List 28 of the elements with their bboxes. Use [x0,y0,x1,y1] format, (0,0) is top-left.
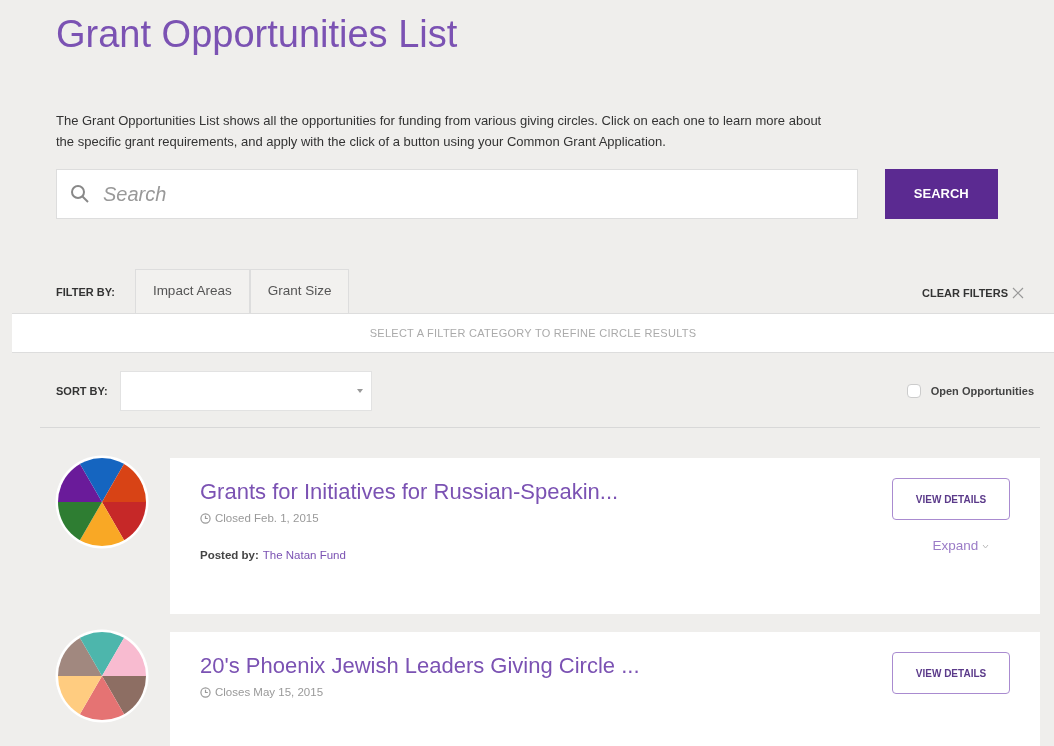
clock-icon [200,513,211,525]
grant-date: Closes May 15, 2015 [215,685,324,700]
search-icon [70,184,90,204]
view-details-button[interactable]: VIEW DETAILS [892,652,1010,694]
clock-icon [200,687,211,699]
clear-filters-button[interactable]: CLEAR FILTERS [922,284,1024,301]
posted-by-label: Posted by: [200,548,259,564]
grant-title-link[interactable]: 20's Phoenix Jewish Leaders Giving Circle ... [200,652,892,680]
view-details-button[interactable]: VIEW DETAILS [892,478,1010,520]
search-button[interactable]: SEARCH [884,169,998,219]
caret-icon [356,389,363,393]
filter-tab[interactable]: Impact Areas [134,269,250,313]
search-field[interactable]: Search [56,169,858,219]
filter-hint: SELECT A FILTER CATEGORY TO REFINE CIRCLE RESULTS [369,325,697,341]
checkbox-label: Open Opportunities [930,383,1034,399]
expand-button[interactable]: Expand [932,536,990,557]
filter-tab[interactable]: Grant Size [249,269,350,313]
close-icon [1012,286,1024,299]
grant-title-link[interactable]: Grants for Initiatives for Russian-Speakin... [200,478,892,506]
grant-date: Closed Feb. 1, 2015 [215,511,319,526]
poster-link[interactable]: The Natan Fund [262,547,346,565]
checkbox[interactable] [906,384,921,398]
sort-dropdown[interactable] [119,371,372,411]
page-title: Grant Opportunities List [56,12,459,57]
sort-label: SORT BY: [56,383,108,399]
intro-text: The Grant Opportunities List shows all the opportunities for funding from various giving circles. Click on each one to learn more about the specific grant requirements, and apply with the click of a button using your Common Grant Application. [56,112,823,151]
filter-label: FILTER BY: [56,284,115,300]
chevron-down-icon [982,543,990,549]
